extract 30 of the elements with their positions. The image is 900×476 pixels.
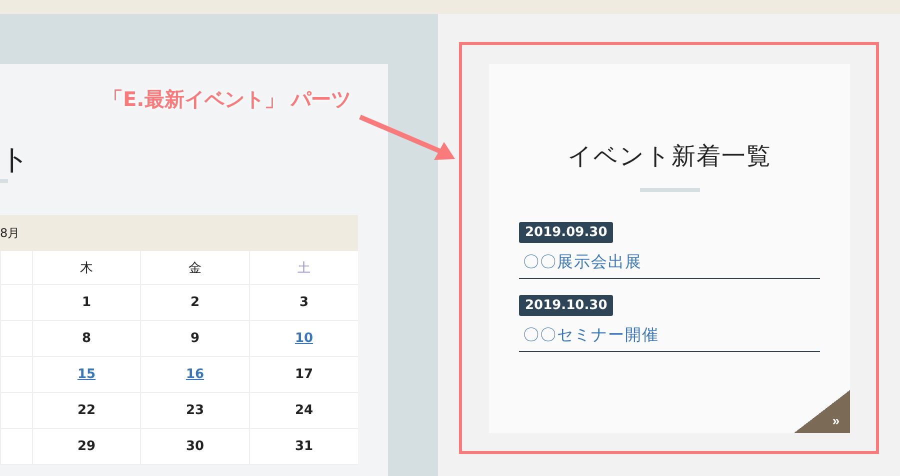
- day-cell: 3: [249, 285, 358, 321]
- day-cell: 22: [32, 393, 140, 429]
- day-link[interactable]: 10: [249, 321, 358, 357]
- calendar-month: 8月: [0, 224, 20, 242]
- weekday-cell: 木: [32, 251, 140, 285]
- weekday-cell: 金: [140, 251, 249, 285]
- day-cell: 8: [32, 321, 140, 357]
- day-cell: 30: [140, 429, 249, 465]
- day-cell: 2: [140, 285, 249, 321]
- day-cell: 9: [140, 321, 249, 357]
- day-cell: 31: [249, 429, 358, 465]
- empty-cell: [0, 251, 32, 285]
- weekday-cell: 土: [249, 251, 358, 285]
- day-cell: 29: [32, 429, 140, 465]
- arrow-icon: [358, 114, 458, 162]
- day-link[interactable]: 16: [140, 357, 249, 393]
- annotation-label: 「E.最新イベント」 パーツ: [103, 86, 352, 113]
- event-link[interactable]: 〇〇セミナー開催: [519, 325, 659, 346]
- day-cell: 17: [249, 357, 358, 393]
- title-underline: [640, 188, 700, 192]
- event-link[interactable]: 〇〇展示会出展: [519, 252, 642, 273]
- date-badge: 2019.09.30: [519, 222, 614, 243]
- date-badge: 2019.10.30: [519, 295, 614, 316]
- day-cell: 23: [140, 393, 249, 429]
- events-title: イベント新着一覧: [568, 141, 772, 172]
- more-button[interactable]: »: [794, 390, 850, 433]
- day-cell: 24: [249, 393, 358, 429]
- day-link[interactable]: 15: [32, 357, 140, 393]
- day-cell: 1: [32, 285, 140, 321]
- section-title: ト: [0, 141, 31, 178]
